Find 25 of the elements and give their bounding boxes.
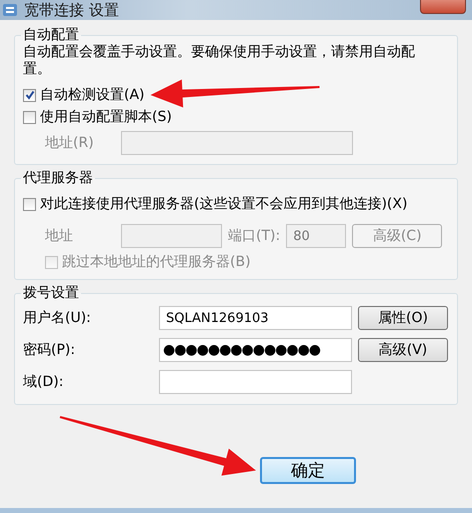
checkbox[interactable] — [23, 88, 36, 102]
field-label: 用户名(U): — [23, 309, 92, 327]
input-field[interactable]: SQLAN1269103 — [159, 306, 352, 330]
field-label: 域(D): — [23, 373, 64, 391]
window-title: 宽带连接 设置 — [24, 0, 119, 20]
checkbox-label: 自动检测设置(A) — [40, 86, 145, 104]
checkbox-label: 对此连接使用代理服务器(这些设置不会应用到其他连接)(X) — [40, 195, 408, 213]
password-field[interactable]: ●●●●●●●●●●●●●● — [159, 338, 352, 362]
dialog-button[interactable]: 属性(O) — [358, 306, 448, 330]
group-heading: 代理服务器 — [22, 169, 94, 187]
ok-button[interactable]: 确定 — [260, 457, 356, 484]
field-label: 密码(P): — [23, 341, 76, 359]
checkbox-label: 使用自动配置脚本(S) — [40, 108, 172, 126]
dialog-button[interactable]: 高级(V) — [358, 338, 448, 362]
group-heading: 拨号设置 — [22, 284, 80, 302]
network-icon — [2, 2, 18, 18]
port-label: 端口(T): — [228, 227, 280, 245]
checkbox-label: 跳过本地地址的代理服务器(B) — [62, 253, 251, 271]
description-text: 自动配置会覆盖手动设置。要确保使用手动设置，请禁用自动配置。 — [23, 44, 416, 78]
group-heading: 自动配置 — [22, 26, 80, 44]
field-label: 地址(R) — [45, 134, 95, 152]
input-field[interactable] — [159, 370, 352, 394]
checkbox[interactable] — [23, 110, 36, 124]
field-label: 地址 — [45, 227, 74, 245]
close-button[interactable] — [420, 0, 466, 14]
